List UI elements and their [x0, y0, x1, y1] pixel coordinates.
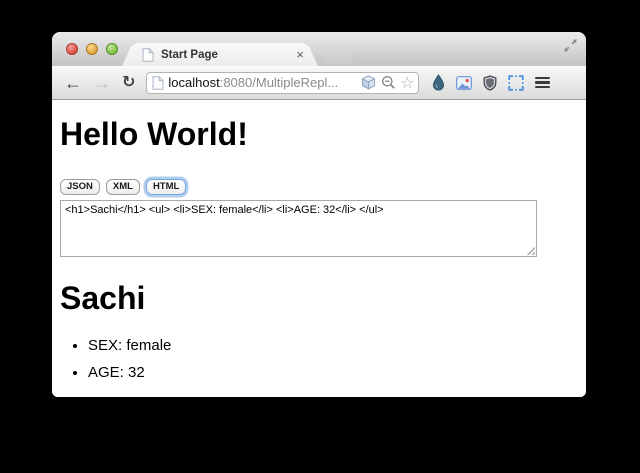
screenshot-extension-icon[interactable] — [456, 75, 473, 90]
zoom-window-button[interactable] — [106, 43, 118, 55]
forward-button[interactable]: → — [93, 74, 111, 92]
close-window-button[interactable] — [66, 43, 78, 55]
droplet-extension-icon[interactable] — [432, 74, 445, 91]
output-textarea-wrap: <h1>Sachi</h1> <ul> <li>SEX: female</li>… — [60, 200, 537, 258]
page-title: Hello World! — [60, 116, 248, 152]
tab-title: Start Page — [161, 48, 218, 61]
html-button[interactable]: HTML — [145, 179, 187, 196]
zoom-out-icon[interactable] — [381, 75, 396, 90]
list-item: AGE: 32 — [88, 362, 578, 384]
shield-extension-icon[interactable] — [483, 74, 497, 91]
page-content: Hello World! JSON XML HTML <h1>Sachi</h1… — [52, 116, 586, 397]
page-icon — [142, 48, 154, 62]
tab-start-page[interactable]: Start Page × — [122, 43, 318, 66]
selection-capture-icon[interactable] — [508, 74, 525, 91]
format-button-row: JSON XML HTML — [60, 179, 578, 196]
new-tab-button[interactable] — [322, 49, 354, 65]
toolbar: ← → ↻ localhost:8080/MultipleRepl... ☆ — [52, 66, 586, 100]
expand-window-icon[interactable] — [563, 38, 578, 53]
url-path: :8080/MultipleRepl... — [219, 75, 339, 90]
address-bar[interactable]: localhost:8080/MultipleRepl... ☆ — [146, 71, 420, 94]
url-host: localhost — [168, 75, 220, 90]
reload-button[interactable]: ↻ — [122, 74, 135, 91]
json-button[interactable]: JSON — [60, 179, 100, 196]
back-button[interactable]: ← — [64, 74, 82, 92]
minimize-window-button[interactable] — [86, 43, 98, 55]
tab-close-icon[interactable]: × — [296, 48, 304, 61]
url-text: localhost:8080/MultipleRepl... — [168, 75, 356, 90]
result-heading: Sachi — [60, 280, 146, 317]
browser-window: Start Page × ← → ↻ localhost:8080/Multip… — [52, 32, 586, 397]
traffic-lights — [66, 43, 118, 55]
output-textarea[interactable]: <h1>Sachi</h1> <ul> <li>SEX: female</li>… — [60, 200, 537, 258]
page-icon — [152, 75, 164, 90]
titlebar: Start Page × — [52, 32, 586, 66]
desktop: { "browser": { "tab_title": "Start Page"… — [0, 0, 640, 473]
list-item: SEX: female — [88, 335, 578, 357]
bookmark-star-icon[interactable]: ☆ — [400, 74, 414, 91]
result-list: SEX: female AGE: 32 — [60, 335, 578, 384]
xml-button[interactable]: XML — [105, 179, 140, 196]
cube-extension-icon[interactable] — [360, 74, 377, 91]
menu-icon[interactable] — [535, 76, 551, 89]
